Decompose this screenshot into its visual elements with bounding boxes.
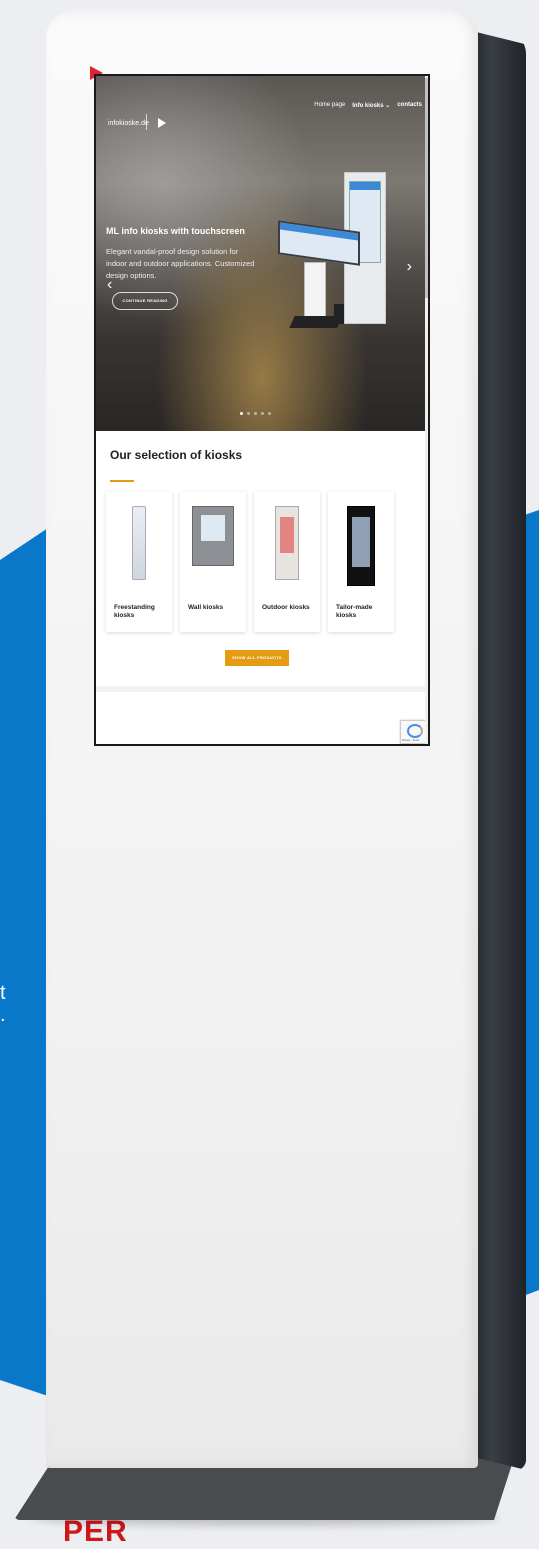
card-label: Wall kiosks [188,604,224,611]
kiosk-screen: infokioske.de Home page Info kiosks ⌄ co… [94,74,430,746]
nav-home[interactable]: Home page [314,102,345,109]
header-divider [146,114,147,130]
kiosk-cards: Freestanding kiosks Wall kiosks Outdoor … [106,492,394,632]
ml-logo-icon[interactable] [158,118,166,128]
recaptcha-badge[interactable]: Privacy - Terms [400,720,426,744]
outdoor-kiosk-image [275,506,299,580]
kiosk-illustration-stand [304,262,326,322]
scrollbar[interactable] [425,76,428,744]
recaptcha-icon [407,724,423,738]
hero-text: Elegant vandal-proof design solution for… [106,247,255,280]
card-label: Tailor-made kiosks [336,604,373,619]
nav-contacts[interactable]: contacts [397,102,422,109]
card-label: Freestanding kiosks [114,604,155,619]
nav-info-kiosks[interactable]: Info kiosks ⌄ [352,102,390,109]
hero-slider: infokioske.de Home page Info kiosks ⌄ co… [96,76,428,431]
slider-dot[interactable] [261,412,264,415]
recaptcha-text: Privacy - Terms [402,739,420,742]
card-outdoor-kiosks[interactable]: Outdoor kiosks [254,492,320,632]
slider-dot[interactable] [240,412,243,415]
continue-reading-button[interactable]: CONTINUE READING [112,292,178,310]
card-tailor-made-kiosks[interactable]: Tailor-made kiosks [328,492,394,632]
main-nav: Home page Info kiosks ⌄ contacts [314,102,422,109]
slider-dot[interactable] [247,412,250,415]
slider-dots [240,412,271,415]
footer-strip [96,686,428,692]
background-text-fragment-2: . [0,1004,6,1026]
show-all-products-button[interactable]: SHOW ALL PRODUCTS [225,650,289,666]
scrollbar-thumb[interactable] [425,78,428,298]
card-wall-kiosks[interactable]: Wall kiosks [180,492,246,632]
background-text-fragment-1: t [0,982,6,1004]
slider-dot[interactable] [254,412,257,415]
kiosk-illustration-foot [289,316,343,328]
freestanding-kiosk-image [132,506,146,580]
card-freestanding-kiosks[interactable]: Freestanding kiosks [106,492,172,632]
slider-next-arrow-icon[interactable]: › [407,258,412,276]
card-label: Outdoor kiosks [262,604,310,611]
slider-dot[interactable] [268,412,271,415]
slider-prev-arrow-icon[interactable]: ‹ [107,276,112,294]
tailor-made-kiosk-image [347,506,375,586]
title-underline [110,480,134,482]
wall-kiosk-image [192,506,234,566]
hero-title: ML info kiosks with touchscreen [106,226,245,236]
site-name[interactable]: infokioske.de [108,120,149,127]
section-title: Our selection of kiosks [110,448,243,462]
